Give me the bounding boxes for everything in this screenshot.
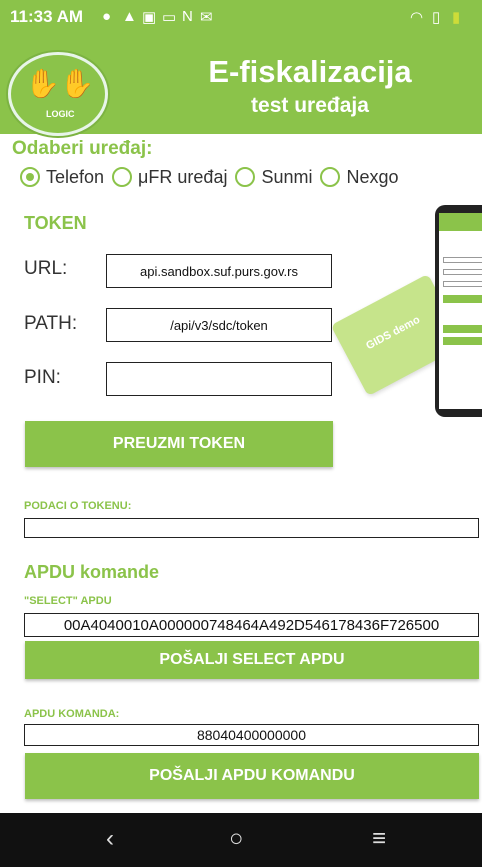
system-nav-bar: ‹ ○ ≡	[0, 813, 482, 867]
select-apdu-input[interactable]: 00A4040010A000000748464A492D546178436F72…	[24, 613, 479, 637]
app-title: E-fiskalizacija	[208, 54, 412, 89]
n-icon: N	[182, 8, 193, 25]
select-apdu-label: "SELECT" APDU	[24, 595, 112, 607]
device-radio-group: Telefon μFR uređaj Sunmi Nexgo	[20, 162, 407, 192]
apdu-command-input[interactable]: 88040400000000	[24, 724, 479, 746]
app-subtitle: test uređaja	[251, 94, 369, 117]
logo: ✋✋ LOGIC	[8, 52, 108, 136]
device-select-label: Odaberi uređaj:	[12, 138, 153, 159]
battery-icon: ▯	[432, 9, 441, 26]
status-time: 11:33 AM	[10, 7, 84, 26]
apdu-command-label: APDU KOMANDA:	[24, 708, 120, 720]
phone-screen	[439, 213, 482, 409]
radio-label-sunmi: Sunmi	[261, 166, 313, 187]
radio-selected-icon[interactable]	[20, 167, 40, 187]
phone-field	[443, 281, 482, 287]
url-input[interactable]: api.sandbox.suf.purs.gov.rs	[106, 254, 332, 288]
token-info-label: PODACI O TOKENU:	[24, 500, 132, 512]
phone-header	[439, 213, 482, 231]
token-info-field[interactable]	[24, 518, 479, 538]
send-select-apdu-button[interactable]: POŠALJI SELECT APDU	[25, 641, 479, 679]
get-token-button[interactable]: PREUZMI TOKEN	[25, 421, 333, 467]
app-header: ✋✋ LOGIC E-fiskalizacija test uređaja	[0, 34, 482, 136]
pin-input[interactable]	[106, 362, 332, 396]
mail-icon: ✉	[200, 9, 213, 26]
phone-field	[443, 269, 482, 275]
pin-label: PIN:	[24, 367, 61, 388]
token-heading: TOKEN	[24, 213, 87, 233]
image-icon: ▣	[142, 9, 157, 26]
radio-ufr[interactable]: μFR uređaj	[112, 167, 227, 188]
path-input[interactable]: /api/v3/sdc/token	[106, 308, 332, 342]
status-bar: 11:33 AM ● ▲ ▣ ▭ N ✉ ◠ ▯ ▮	[0, 0, 482, 34]
radio-label-ufr: μFR uređaj	[138, 166, 228, 187]
logo-text: LOGIC	[46, 109, 75, 119]
radio-unselected-icon[interactable]	[235, 167, 256, 187]
phone-illustration	[435, 205, 482, 417]
phone-field	[443, 257, 482, 263]
radio-unselected-icon[interactable]	[112, 167, 133, 187]
phone-button	[443, 325, 482, 333]
phone-button	[443, 337, 482, 345]
card-text: GIDS demo	[364, 313, 423, 353]
message-icon: ▭	[162, 9, 177, 26]
device-illustration: GIDS demo	[330, 205, 482, 425]
battery-charge-icon: ▮	[452, 9, 461, 26]
radio-sunmi[interactable]: Sunmi	[235, 167, 312, 188]
radio-unselected-icon[interactable]	[320, 167, 341, 187]
menu-icon[interactable]: ≡	[372, 825, 386, 853]
url-label: URL:	[24, 258, 68, 279]
radio-nexgo[interactable]: Nexgo	[320, 166, 399, 188]
path-label: PATH:	[24, 313, 78, 334]
radio-telefon[interactable]: Telefon	[20, 167, 104, 188]
apdu-heading: APDU komande	[24, 562, 160, 582]
wifi-icon: ◠	[410, 9, 424, 26]
radio-label-telefon: Telefon	[46, 166, 105, 187]
location-icon: ●	[102, 8, 112, 25]
back-icon[interactable]: ‹	[106, 825, 114, 853]
radio-label-nexgo: Nexgo	[346, 166, 399, 187]
warning-icon: ▲	[122, 8, 137, 25]
home-icon[interactable]: ○	[229, 825, 244, 853]
send-apdu-command-button[interactable]: POŠALJI APDU KOMANDU	[25, 753, 479, 799]
hands-logo-icon: ✋✋	[25, 68, 95, 99]
phone-button	[443, 295, 482, 303]
